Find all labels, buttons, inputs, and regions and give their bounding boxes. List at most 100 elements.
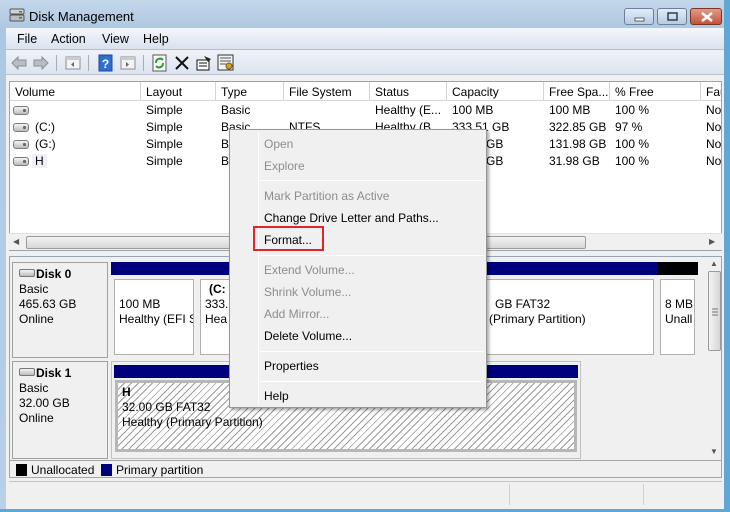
cell-layout: Simple [146,103,183,117]
properties-icon[interactable] [195,54,213,72]
disk-type: Basic [19,282,49,296]
menu-item-delete-volume[interactable]: Delete Volume... [264,329,352,343]
cell-status: Healthy (E... [375,103,442,117]
menu-item-properties[interactable]: Properties [264,359,319,373]
close-button[interactable] [690,8,722,25]
cell-volume: (C:) [35,120,55,134]
partition-size: 100 MB [119,297,161,311]
partition-name: H [122,385,131,399]
menu-help[interactable]: Help [143,32,169,46]
column-header-percent-free[interactable]: % Free [610,82,701,101]
column-header-layout[interactable]: Layout [141,82,216,101]
minimize-button[interactable] [624,8,654,25]
legend: Unallocated Primary partition [9,460,722,478]
scroll-right-icon[interactable]: ▶ [709,237,715,246]
status-bar [9,481,722,506]
show-hide-action-pane-icon[interactable] [119,54,137,72]
cell-layout: Simple [146,137,183,151]
column-header-type[interactable]: Type [216,82,284,101]
disk-1-label[interactable]: Disk 1 Basic 32.00 GB Online [12,361,108,459]
scroll-left-icon[interactable]: ◀ [13,237,19,246]
maximize-button[interactable] [657,8,687,25]
partition-size: GB FAT32 [495,297,551,311]
disk-0-label[interactable]: Disk 0 Basic 465.63 GB Online [12,262,108,358]
column-header-status[interactable]: Status [370,82,447,101]
menu-view[interactable]: View [102,32,129,46]
disk-size: 32.00 GB [19,396,70,410]
grip-icon [712,308,718,316]
table-row[interactable]: Simple Basic Healthy (E... 100 MB 100 MB… [10,102,722,119]
maximize-icon [667,12,678,21]
legend-swatch-unallocated [16,464,27,476]
forward-arrow-icon[interactable] [32,54,50,72]
menu-gutter [258,132,259,405]
refresh-icon[interactable] [151,54,169,72]
cell-percent-free: 100 % [615,103,650,117]
vertical-scrollbar[interactable]: ▲ ▼ [707,257,721,462]
svg-text:?: ? [102,57,109,71]
menu-item-shrink-volume[interactable]: Shrink Volume... [264,285,351,299]
cell-fault-tolerance: No [706,120,722,134]
cell-percent-free: 100 % [615,137,650,151]
delete-icon[interactable] [173,54,191,72]
legend-swatch-primary [101,464,112,476]
scroll-up-icon[interactable]: ▲ [710,259,718,268]
partition-status: Healthy (EFI S [119,312,194,326]
toolbar: ? [6,51,724,75]
menu-item-extend-volume[interactable]: Extend Volume... [264,263,355,277]
menu-item-add-mirror[interactable]: Add Mirror... [264,307,329,321]
status-divider [509,484,510,505]
scroll-down-icon[interactable]: ▼ [710,447,718,456]
column-header-capacity[interactable]: Capacity [447,82,544,101]
menu-item-help[interactable]: Help [264,389,289,403]
disk-name: Disk 0 [36,267,72,281]
partition-size: 32.00 GB FAT32 [122,400,211,414]
partition-status: (Primary Partition) [489,312,586,326]
partition-unallocated[interactable]: 8 MB Unall [657,262,698,358]
menu-separator [260,180,484,181]
menu-item-change-drive-letter[interactable]: Change Drive Letter and Paths... [264,211,439,225]
title-bar[interactable]: Disk Management [0,0,724,30]
cell-percent-free: 100 % [615,154,650,168]
drive-icon [13,157,29,166]
cell-type: Basic [221,103,251,117]
cell-capacity: 100 MB [452,103,494,117]
context-menu: Open Explore Mark Partition as Active Ch… [229,129,487,408]
menu-item-open[interactable]: Open [264,137,293,151]
window-title: Disk Management [29,9,134,24]
back-arrow-icon[interactable] [10,54,28,72]
legend-label-unallocated: Unallocated [31,463,95,477]
disk-type: Basic [19,381,49,395]
column-header-fault-tolerance[interactable]: Fau [701,82,721,101]
disk-management-window: Disk Management File Action View Help ? [0,0,730,512]
column-header-file-system[interactable]: File System [284,82,370,101]
partition-status: Healthy (Primary Partition) [122,415,263,429]
column-header-volume[interactable]: Volume [10,82,141,101]
minimize-icon [634,17,645,22]
column-header-free-space[interactable]: Free Spa... [544,82,610,101]
partition-size: 8 MB [665,297,694,311]
settings-icon[interactable] [217,54,235,72]
vertical-scroll-thumb[interactable] [708,271,721,351]
show-hide-console-tree-icon[interactable] [64,54,82,72]
menu-action[interactable]: Action [51,32,86,46]
help-icon[interactable]: ? [97,54,115,72]
cell-layout: Simple [146,154,183,168]
partition-status: Unall [665,312,693,326]
toolbar-separator [56,55,57,71]
format-highlight-box [253,226,324,251]
drive-icon [13,140,29,149]
drive-icon [13,106,29,115]
partition-status: Hea [205,312,228,326]
legend-label-primary: Primary partition [116,463,204,477]
menu-item-mark-active[interactable]: Mark Partition as Active [264,189,389,203]
menu-item-explore[interactable]: Explore [264,159,305,173]
disk-name: Disk 1 [36,366,72,380]
menu-file[interactable]: File [17,32,37,46]
cell-volume: (G:) [35,137,56,151]
disk-icon [19,269,35,277]
partition-efi[interactable]: 100 MB Healthy (EFI S [111,262,197,358]
disk-state: Online [19,411,54,425]
cell-fault-tolerance: No [706,154,722,168]
cell-fault-tolerance: No [706,103,722,117]
